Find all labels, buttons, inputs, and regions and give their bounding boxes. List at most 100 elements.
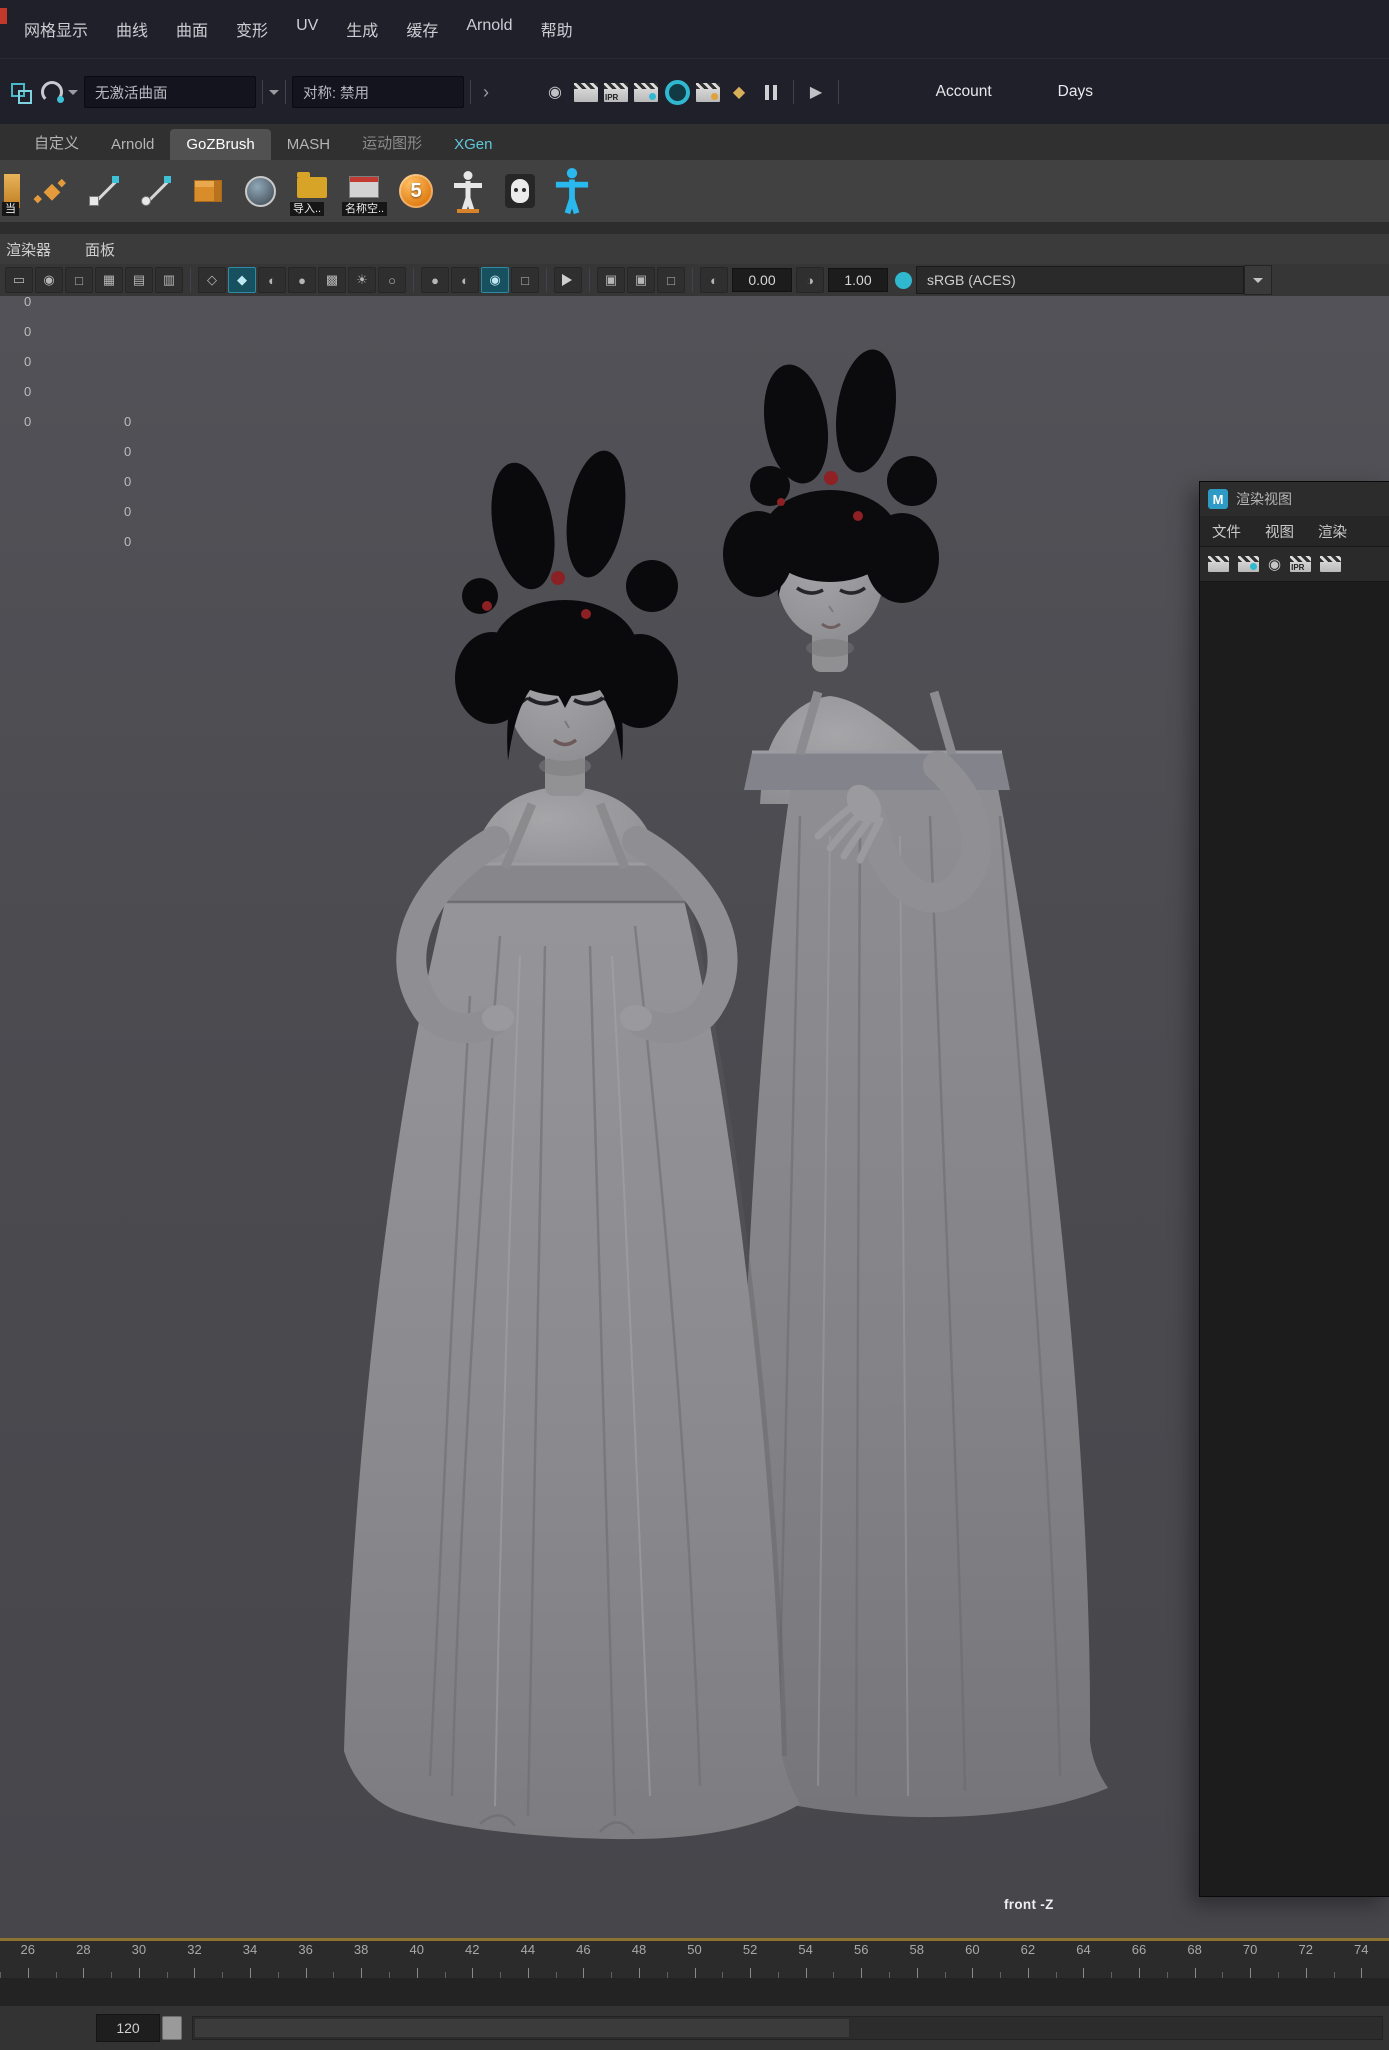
sphere-a-icon[interactable]: ● xyxy=(421,267,449,293)
range-slider-range[interactable] xyxy=(195,2019,849,2037)
rect-icon[interactable]: ▭ xyxy=(5,267,33,293)
render-view-menu-item[interactable]: 视图 xyxy=(1265,521,1294,542)
color-managed-icon[interactable] xyxy=(895,271,912,289)
redo-render-icon[interactable] xyxy=(1238,556,1259,572)
selection-mask-icon[interactable] xyxy=(6,79,34,105)
timeline-frame-cell[interactable]: 46 xyxy=(555,1942,612,1978)
cursor-icon[interactable] xyxy=(554,267,582,293)
resolution-gate-icon[interactable]: ▥ xyxy=(155,267,183,293)
viewport[interactable]: 00000 00000 front -Z xyxy=(0,296,1389,1938)
timeline-frame-cell[interactable]: 48 xyxy=(611,1942,667,1978)
colorspace-dropdown-arrow[interactable] xyxy=(1244,265,1272,295)
time-slider[interactable]: 26 28 30 32 34 36 38 40 42 44 46 48 50 52 54 56 58 60 62 64… xyxy=(0,1938,1389,1978)
construction-history-icon[interactable] xyxy=(38,79,66,105)
target-icon[interactable]: ◉ xyxy=(35,267,63,293)
timeline-frame-cell[interactable]: 36 xyxy=(277,1942,334,1978)
eye-icon[interactable]: ◉ xyxy=(541,79,569,105)
expand-pane-icon[interactable]: □ xyxy=(657,267,685,293)
menu-item[interactable]: 生成 xyxy=(332,11,392,47)
shelf-tab-motion-graphics[interactable]: 运动图形 xyxy=(346,125,438,160)
playblast-icon[interactable] xyxy=(663,79,691,105)
shelf-import-button[interactable]: 导入.. xyxy=(290,166,334,216)
shelf-mannequin-button[interactable] xyxy=(446,166,490,216)
shelf-tab-xgen[interactable]: XGen xyxy=(438,129,508,160)
symmetry-dropdown[interactable]: 对称: 禁用 xyxy=(292,76,464,108)
wireframe-cube-icon[interactable]: ◇ xyxy=(198,267,226,293)
shaded-cube-icon[interactable]: ◆ xyxy=(228,267,256,293)
menu-item[interactable]: Arnold xyxy=(452,11,526,47)
character-models[interactable] xyxy=(0,296,1389,1938)
shelf-tab-mash[interactable]: MASH xyxy=(271,129,346,160)
pane-layout-icon[interactable]: ▣ xyxy=(597,267,625,293)
timeline-frame-cell[interactable]: 56 xyxy=(833,1942,889,1978)
render-view-titlebar[interactable]: M 渲染视图 xyxy=(1200,482,1389,516)
checker-icon[interactable]: ▩ xyxy=(318,267,346,293)
timeline-frame-cell[interactable]: 32 xyxy=(166,1942,223,1978)
textured-display-icon[interactable]: ◉ xyxy=(481,267,509,293)
timeline-frame-cell[interactable]: 30 xyxy=(111,1942,167,1978)
chevron-down-icon[interactable] xyxy=(68,90,78,100)
timeline-frame-cell[interactable]: 66 xyxy=(1111,1942,1167,1978)
gamma-icon[interactable]: ◑ xyxy=(796,267,824,293)
timeline-frame-cell[interactable]: 60 xyxy=(944,1942,1001,1978)
range-slider-handle[interactable] xyxy=(162,2016,182,2040)
timeline-frame-cell[interactable]: 26 xyxy=(0,1942,56,1978)
timeline-frame-cell[interactable]: 34 xyxy=(222,1942,278,1978)
sphere-b-icon[interactable]: ◐ xyxy=(451,267,479,293)
shelf-curve-cv-tool-icon[interactable] xyxy=(134,166,178,216)
pause-icon[interactable] xyxy=(757,79,785,105)
account-link[interactable]: Account xyxy=(936,83,992,101)
shelf-partial-icon[interactable]: 当 xyxy=(2,166,22,216)
shelf-sphere-icon[interactable] xyxy=(238,166,282,216)
shelf-skeleton-button[interactable] xyxy=(550,166,594,216)
timeline-frame-cell[interactable]: 28 xyxy=(55,1942,112,1978)
menu-item[interactable]: 网格显示 xyxy=(10,11,102,47)
days-link[interactable]: Days xyxy=(1058,83,1093,101)
chevron-down-icon[interactable] xyxy=(269,90,279,100)
timeline-frame-cell[interactable]: 52 xyxy=(722,1942,778,1978)
shelf-polycube-icon[interactable] xyxy=(186,166,230,216)
ipr-render-icon[interactable]: IPR xyxy=(604,82,628,102)
timeline-frame-cell[interactable]: 42 xyxy=(444,1942,501,1978)
film-gate-icon[interactable]: ▤ xyxy=(125,267,153,293)
timeline-frame-cell[interactable]: 44 xyxy=(500,1942,556,1978)
ipr-render-region-icon[interactable]: IPR xyxy=(1290,556,1312,572)
clipped-tool-icon[interactable] xyxy=(1320,556,1342,572)
timeline-frame-cell[interactable]: 50 xyxy=(666,1942,723,1978)
menu-item[interactable]: UV xyxy=(282,11,332,47)
shelf-goz-five-button[interactable]: 5 xyxy=(394,166,438,216)
timeline-frame-cell[interactable]: 38 xyxy=(333,1942,389,1978)
timeline-frame-cell[interactable]: 62 xyxy=(1000,1942,1056,1978)
menu-item[interactable]: 缓存 xyxy=(392,11,452,47)
panel-menu-item[interactable]: 面板 xyxy=(85,239,115,260)
render-settings-icon[interactable] xyxy=(696,82,720,102)
shelf-curve-point-tool-icon[interactable] xyxy=(82,166,126,216)
timeline-frame-cell[interactable]: 40 xyxy=(388,1942,445,1978)
colorspace-dropdown[interactable]: sRGB (ACES) xyxy=(916,266,1244,294)
menu-item[interactable]: 变形 xyxy=(222,11,282,47)
half-shade-icon[interactable]: ◐ xyxy=(258,267,286,293)
character-back[interactable] xyxy=(723,346,1108,1818)
timeline-frame-cell[interactable]: 70 xyxy=(1222,1942,1278,1978)
timeline-frame-cell[interactable]: 64 xyxy=(1055,1942,1112,1978)
snapshot-camera-icon[interactable]: ◉ xyxy=(1268,555,1281,573)
chevron-right-icon[interactable]: › xyxy=(483,82,489,103)
render-icon[interactable] xyxy=(1208,556,1229,572)
shelf-tab-custom[interactable]: 自定义 xyxy=(18,125,95,160)
menu-item[interactable]: 帮助 xyxy=(527,11,587,47)
shelf-namespace-button[interactable]: 名称空.. xyxy=(342,166,388,216)
render-current-frame-icon[interactable] xyxy=(574,82,598,102)
shelf-mask-button[interactable] xyxy=(498,166,542,216)
gamma-field[interactable]: 1.00 xyxy=(828,268,888,292)
timeline-frame-cell[interactable]: 68 xyxy=(1166,1942,1223,1978)
shelf-tab-arnold[interactable]: Arnold xyxy=(95,129,170,160)
active-surface-field[interactable]: 无激活曲面 xyxy=(84,76,256,108)
menu-item[interactable]: 曲线 xyxy=(102,11,162,47)
menu-item[interactable]: 曲面 xyxy=(162,11,222,47)
hypershade-icon[interactable]: ◆ xyxy=(725,79,753,105)
grid-icon[interactable]: ▦ xyxy=(95,267,123,293)
light-icon[interactable]: ☀ xyxy=(348,267,376,293)
exposure-icon[interactable]: ◐ xyxy=(700,267,728,293)
pane-layout-alt-icon[interactable]: ▣ xyxy=(627,267,655,293)
shelf-tab-gozbrush[interactable]: GoZBrush xyxy=(170,129,271,160)
